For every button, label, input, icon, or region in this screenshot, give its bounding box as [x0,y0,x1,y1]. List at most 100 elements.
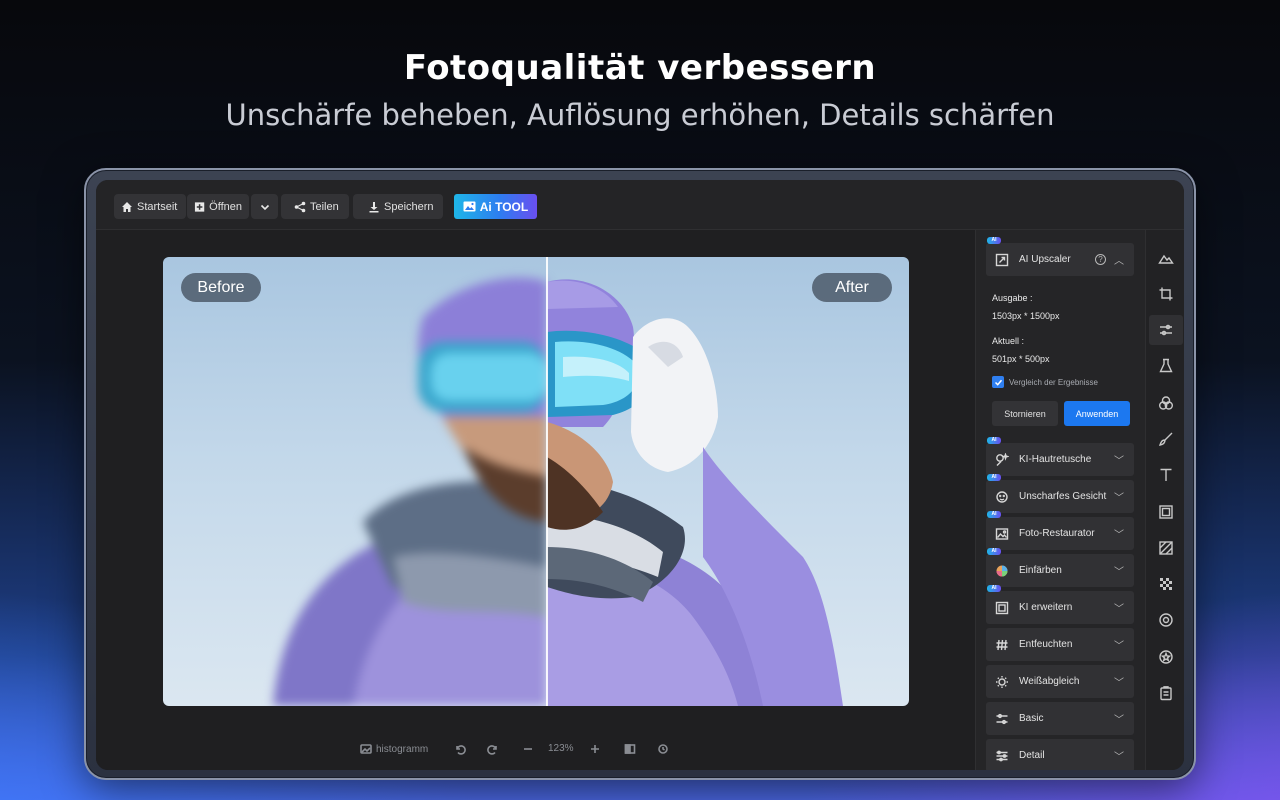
chevron-down-icon: ﹀ [1114,641,1124,652]
current-label: Aktuell : [992,336,1025,346]
ai-badge: AI [987,237,1001,244]
text-icon[interactable] [1149,460,1183,490]
accordion-detail[interactable]: Detail ﹀ [986,739,1134,770]
compare-results-row[interactable]: Vergleich der Ergebnisse [992,376,1098,388]
accordion-label: Foto-Restaurator [1019,527,1095,539]
chevron-down-icon: ﹀ [1114,530,1124,541]
compare-results-label: Vergleich der Ergebnisse [1009,377,1098,387]
colorize-icon [994,563,1010,579]
home-button-label: Startseit [137,200,178,213]
home-button[interactable]: Startseit [114,194,186,219]
image-icon [360,744,372,754]
download-icon [369,201,379,212]
accordion-foto-restaurator[interactable]: AI Foto-Restaurator ﹀ [986,511,1134,550]
accordion-weissabgleich[interactable]: Weißabgleich ﹀ [986,665,1134,698]
status-bar: histogramm 123% [96,730,975,770]
reset-icon [658,744,668,754]
mosaic-icon[interactable] [1149,569,1183,599]
apply-button[interactable]: Anwenden [1064,401,1130,426]
expand-image-icon [994,600,1010,616]
chevron-down-icon: ﹀ [1114,567,1124,578]
current-value: 501px * 500px [992,354,1050,364]
flask-icon[interactable] [1149,351,1183,381]
open-button-label: Öffnen [209,200,242,213]
cancel-button[interactable]: Stornieren [992,401,1058,426]
save-button[interactable]: Speichern [353,194,443,219]
histogram-label: histogramm [376,743,429,755]
device-frame: Startseit Öffnen Teilen Speichern Ai TOO… [84,168,1196,780]
hero-title: Fotoqualität verbessern [403,48,877,88]
image-icon [463,201,476,212]
chevron-down-icon [260,204,269,210]
brush-icon[interactable] [1149,424,1183,454]
minus-icon [524,748,532,750]
accordion-entfeuchten[interactable]: Entfeuchten ﹀ [986,628,1134,661]
output-value: 1503px * 1500px [992,311,1060,321]
accordion-ki-erweitern[interactable]: AI KI erweitern ﹀ [986,585,1134,624]
undo-icon [456,745,466,755]
zoom-out-button[interactable] [522,743,534,755]
detail-sliders-icon [994,748,1010,764]
accordion-label: Einfärben [1019,564,1062,576]
tool-panel: AI AI Upscaler ? ︿ Ausgabe : 1503px * 15… [975,230,1145,770]
undo-button[interactable] [454,743,466,755]
sliders-icon [994,711,1010,727]
ai-tool-button[interactable]: Ai TOOL [454,194,537,219]
open-dropdown-button[interactable] [251,194,278,219]
accordion-ki-hautretusche[interactable]: AI KI-Hautretusche ﹀ [986,437,1134,476]
share-button[interactable]: Teilen [281,194,349,219]
share-button-label: Teilen [310,200,339,213]
chevron-down-icon: ﹀ [1114,604,1124,615]
tool-rail [1145,230,1184,770]
sticker-icon[interactable] [1149,642,1183,672]
zoom-level: 123% [548,743,574,754]
open-button[interactable]: Öffnen [187,194,249,219]
help-icon[interactable]: ? [1095,254,1106,265]
chevron-up-icon[interactable]: ︿ [1114,252,1128,267]
ai-upscaler-header[interactable]: AI AI Upscaler ? ︿ [986,237,1134,276]
focus-icon[interactable] [1149,605,1183,635]
texture-icon[interactable] [1149,533,1183,563]
photo-restore-icon [994,526,1010,542]
frame-icon[interactable] [1149,497,1183,527]
redo-button[interactable] [487,743,499,755]
clipboard-icon[interactable] [1149,678,1183,708]
hero-subtitle: Unschärfe beheben, Auflösung erhöhen, De… [225,98,1055,132]
redo-icon [487,745,497,755]
upscale-icon [994,252,1010,268]
accordion-label: Weißabgleich [1019,675,1080,687]
adjust-sliders-icon[interactable] [1149,315,1183,345]
histogram-button[interactable]: histogramm [360,743,428,755]
ai-tool-label: Ai TOOL [479,199,529,214]
compare-view-button[interactable] [624,743,636,755]
editor-canvas: Before After histogramm 123% [96,230,975,770]
accordion-label: Entfeuchten [1019,638,1073,650]
chevron-down-icon: ﹀ [1114,678,1124,689]
add-file-icon [194,201,205,212]
save-button-label: Speichern [384,200,434,213]
crop-icon[interactable] [1149,279,1183,309]
reset-button[interactable] [657,743,669,755]
accordion-label: KI erweitern [1019,601,1073,613]
color-circles-icon[interactable] [1149,388,1183,418]
ai-badge: AI [987,474,1001,481]
app-window: Startseit Öffnen Teilen Speichern Ai TOO… [96,180,1184,770]
skin-retouch-icon [994,452,1010,468]
ai-badge: AI [987,437,1001,444]
after-image [547,257,909,706]
compare-results-checkbox[interactable] [992,376,1004,388]
landscape-icon[interactable] [1149,243,1183,273]
accordion-unscharfes-gesicht[interactable]: AI Unscharfes Gesicht ﹀ [986,474,1134,513]
photo-comparison[interactable]: Before After [163,257,909,706]
accordion-label: KI-Hautretusche [1019,453,1092,465]
zoom-in-button[interactable] [589,743,601,755]
ai-upscaler-label: AI Upscaler [1019,253,1071,265]
comparison-divider[interactable] [546,257,548,706]
split-view-icon [624,744,636,754]
accordion-basic[interactable]: Basic ﹀ [986,702,1134,735]
toolbar: Startseit Öffnen Teilen Speichern Ai TOO… [96,180,1184,230]
home-icon [122,201,132,212]
share-icon [294,201,306,212]
accordion-einfaerben[interactable]: AI Einfärben ﹀ [986,548,1134,587]
accordion-label: Unscharfes Gesicht [1019,490,1107,502]
